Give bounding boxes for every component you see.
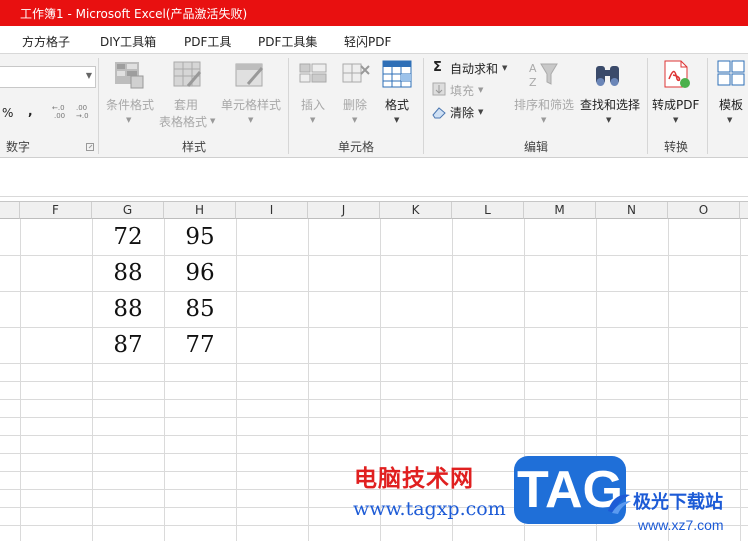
autosum-button[interactable]: 自动求和 — [450, 60, 498, 77]
find-select-button[interactable]: 查找和选择 — [580, 96, 640, 113]
column-header-l[interactable]: L — [452, 202, 524, 219]
ribbon: ▼ % , ←.0.00 .00 →.0 数字 条件格式 ▼ 套用 表格格式 ▼ … — [0, 54, 748, 158]
column-header-m[interactable]: M — [524, 202, 596, 219]
group-label-editing: 编辑 — [524, 140, 549, 154]
cell-g3[interactable]: 88 — [92, 296, 164, 322]
svg-text:A: A — [529, 62, 537, 75]
column-header-g[interactable]: G — [92, 202, 164, 219]
column-header-blank[interactable] — [0, 202, 20, 219]
tab-fangfang[interactable]: 方方格子 — [22, 33, 70, 50]
format-cells-icon — [381, 59, 415, 92]
chevron-down-icon: ▼ — [502, 64, 508, 72]
chevron-down-icon: ▼ — [541, 116, 547, 124]
cell-h3[interactable]: 85 — [164, 296, 236, 322]
insert-button[interactable]: 插入 — [301, 96, 325, 113]
group-label-number: 数字 — [6, 140, 31, 154]
group-label-styles: 样式 — [182, 140, 207, 154]
conditional-format-button[interactable]: 条件格式 — [106, 96, 154, 113]
watermark-site-url: www.tagxp.com — [353, 498, 506, 520]
menu-bar: 方方格子 DIY工具箱 PDF工具 PDF工具集 轻闪PDF — [0, 26, 748, 54]
svg-text:Z: Z — [529, 76, 537, 89]
chevron-down-icon: ▼ — [126, 116, 132, 124]
sigma-icon: Σ — [433, 60, 442, 75]
sort-filter-button[interactable]: 排序和筛选 — [514, 96, 574, 113]
eraser-icon — [431, 105, 447, 122]
chevron-down-icon: ▼ — [478, 86, 484, 94]
cell-styles-button[interactable]: 单元格样式 — [221, 96, 281, 113]
increase-decimal-icon[interactable]: ←.0.00 — [52, 102, 70, 123]
column-header-i[interactable]: I — [236, 202, 308, 219]
column-header-f[interactable]: F — [20, 202, 92, 219]
sort-filter-icon: AZ — [527, 60, 559, 93]
cell-g2[interactable]: 88 — [92, 260, 164, 286]
chevron-down-icon: ▼ — [310, 116, 316, 124]
comma-style-button[interactable]: , — [28, 104, 33, 118]
dialog-launcher-icon[interactable] — [86, 140, 94, 154]
number-format-dropdown[interactable]: ▼ — [0, 66, 96, 88]
svg-text:→.0: →.0 — [76, 112, 89, 120]
aurora-logo-icon — [606, 491, 632, 518]
group-label-convert: 转换 — [664, 140, 689, 154]
title-bar: 工作簿1 - Microsoft Excel(产品激活失败) — [0, 0, 748, 26]
fill-icon — [432, 82, 446, 99]
table-format-button[interactable]: 表格格式 — [159, 113, 207, 130]
insert-cells-icon — [298, 60, 330, 91]
tab-pdf-tools[interactable]: PDF工具 — [184, 33, 231, 50]
cell-h1[interactable]: 95 — [164, 224, 236, 250]
svg-text:.00: .00 — [54, 112, 65, 120]
pdf-icon — [661, 59, 693, 92]
watermark-brand-name: 极光下载站 — [633, 492, 723, 513]
column-header-h[interactable]: H — [164, 202, 236, 219]
chevron-down-icon: ▼ — [85, 71, 92, 80]
cell-g1[interactable]: 72 — [92, 224, 164, 250]
chevron-down-icon: ▼ — [394, 116, 400, 124]
cell-h4[interactable]: 77 — [164, 332, 236, 358]
group-label-cells: 单元格 — [338, 140, 375, 154]
decrease-decimal-icon[interactable]: .00 →.0 — [76, 102, 94, 123]
percent-style-button[interactable]: % — [2, 106, 13, 120]
cell-g4[interactable]: 87 — [92, 332, 164, 358]
chevron-down-icon: ▼ — [727, 116, 733, 124]
chevron-down-icon: ▼ — [352, 116, 358, 124]
table-format-label-1[interactable]: 套用 — [174, 96, 198, 113]
template-button[interactable]: 模板 — [719, 96, 743, 113]
chevron-down-icon: ▼ — [478, 108, 484, 116]
convert-to-pdf-button[interactable]: 转成PDF — [652, 96, 699, 113]
template-icon — [716, 59, 748, 92]
delete-button[interactable]: 删除 — [343, 96, 367, 113]
watermark-brand-url: www.xz7.com — [638, 517, 724, 533]
tab-pdf-toolset[interactable]: PDF工具集 — [258, 33, 317, 50]
svg-text:.00: .00 — [76, 104, 87, 112]
chevron-down-icon: ▼ — [673, 116, 679, 124]
fill-button[interactable]: 填充 — [450, 82, 474, 99]
tab-qingshan-pdf[interactable]: 轻闪PDF — [344, 33, 391, 50]
clear-button[interactable]: 清除 — [450, 104, 474, 121]
formula-bar[interactable] — [0, 158, 748, 202]
delete-cells-icon — [341, 60, 373, 91]
svg-text:←.0: ←.0 — [52, 104, 65, 112]
binoculars-icon — [592, 60, 624, 93]
chevron-down-icon: ▼ — [210, 117, 216, 125]
cell-h2[interactable]: 96 — [164, 260, 236, 286]
column-header-j[interactable]: J — [308, 202, 380, 219]
column-header-k[interactable]: K — [380, 202, 452, 219]
window-title: 工作簿1 - Microsoft Excel(产品激活失败) — [20, 7, 248, 21]
format-button[interactable]: 格式 — [385, 96, 409, 113]
cell-styles-icon — [234, 60, 268, 93]
chevron-down-icon: ▼ — [248, 116, 254, 124]
conditional-format-icon — [113, 60, 145, 93]
column-header-o[interactable]: O — [668, 202, 740, 219]
tab-diy-toolbox[interactable]: DIY工具箱 — [100, 33, 156, 50]
table-format-icon — [172, 60, 204, 93]
chevron-down-icon: ▼ — [606, 116, 612, 124]
column-header-n[interactable]: N — [596, 202, 668, 219]
column-header-partial[interactable] — [740, 202, 748, 219]
watermark-site-name: 电脑技术网 — [354, 466, 474, 492]
